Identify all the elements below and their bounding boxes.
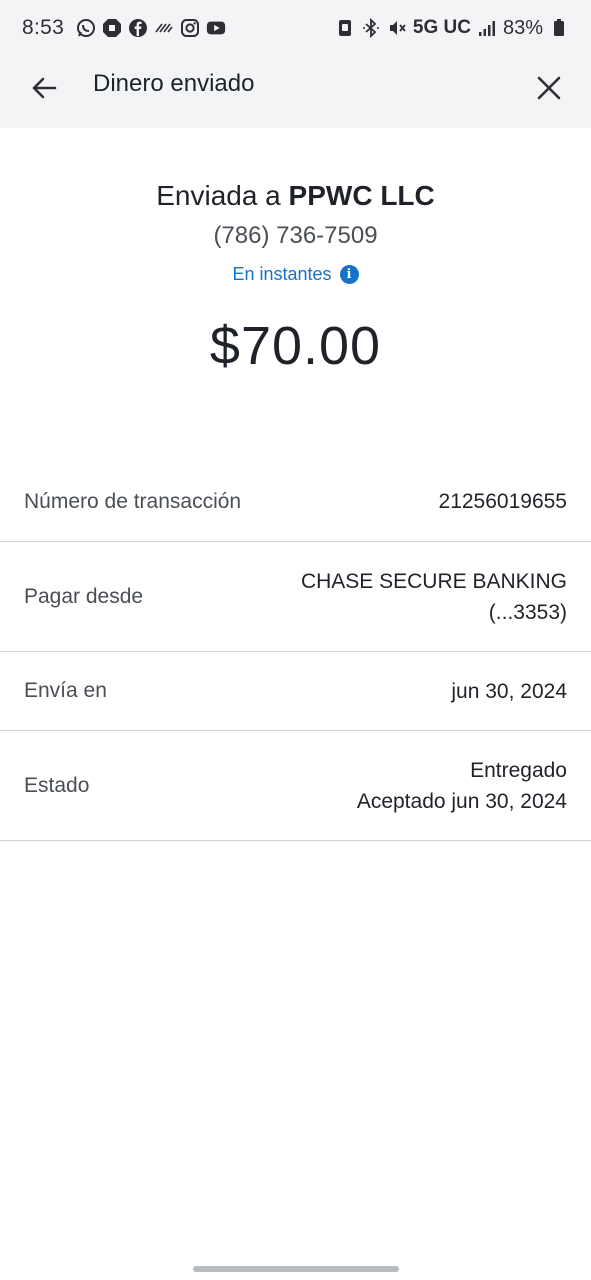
status-left: 8:53: [22, 16, 226, 40]
delivery-speed: En instantes i: [232, 264, 359, 285]
detail-row-send-on: Envía en jun 30, 2024: [0, 652, 591, 731]
status-label: Estado: [24, 773, 90, 797]
pay-from-account: CHASE SECURE BANKING: [300, 569, 567, 593]
delivery-speed-label: En instantes: [232, 264, 332, 284]
payment-summary: Enviada a PPWC LLC (786) 736-7509 En ins…: [0, 128, 591, 377]
home-indicator[interactable]: [193, 1266, 399, 1272]
info-icon[interactable]: i: [339, 265, 359, 284]
send-on-label: Envía en: [24, 679, 107, 702]
wave-icon: [154, 18, 174, 38]
close-icon: [536, 75, 562, 106]
nfc-icon: [335, 18, 355, 38]
status-value: Entregado Aceptado jun 30, 2024: [357, 755, 567, 817]
transaction-value: 21256019655: [438, 490, 567, 513]
status-time: 8:53: [22, 16, 65, 39]
facebook-icon: [128, 18, 148, 38]
detail-row-transaction: Número de transacción 21256019655: [0, 462, 591, 542]
status-accepted: Aceptado jun 30, 2024: [356, 789, 567, 813]
sent-prefix: Enviada a: [156, 180, 281, 211]
whatsapp-icon: [76, 18, 96, 38]
pay-from-label: Pagar desde: [24, 584, 144, 608]
instagram-icon: [180, 18, 200, 38]
amount: $70.00: [209, 316, 382, 376]
bluetooth-icon: [361, 18, 381, 38]
send-on-value: jun 30, 2024: [451, 679, 567, 703]
close-button[interactable]: [531, 72, 567, 108]
battery-icon: [549, 18, 569, 38]
signal-icon: [477, 18, 497, 38]
pay-from-value: CHASE SECURE BANKING (...3353): [301, 566, 567, 628]
status-delivered: Entregado: [470, 758, 567, 782]
detail-row-pay-from: Pagar desde CHASE SECURE BANKING (...335…: [0, 542, 591, 652]
back-arrow-icon: [30, 74, 58, 107]
mute-icon: [387, 18, 407, 38]
app-header: Dinero enviado: [0, 56, 591, 128]
status-right: 5G UC 83%: [335, 17, 569, 40]
recipient-phone: (786) 736-7509: [213, 222, 378, 249]
page-title: Dinero enviado: [93, 70, 255, 97]
network-label: 5G UC: [412, 17, 471, 38]
transaction-label: Número de transacción: [24, 489, 242, 513]
status-bar: 8:53 5G UC 83%: [0, 0, 591, 56]
chase-icon: [102, 18, 122, 38]
back-button[interactable]: [26, 72, 62, 108]
recipient-line: Enviada a PPWC LLC: [0, 180, 591, 212]
recipient-name: PPWC LLC: [288, 180, 435, 211]
transaction-details: Número de transacción 21256019655 Pagar …: [0, 462, 591, 841]
battery-level: 83%: [502, 16, 543, 39]
youtube-icon: [206, 18, 226, 38]
detail-row-status: Estado Entregado Aceptado jun 30, 2024: [0, 731, 591, 841]
pay-from-account-number: (...3353): [488, 600, 567, 624]
